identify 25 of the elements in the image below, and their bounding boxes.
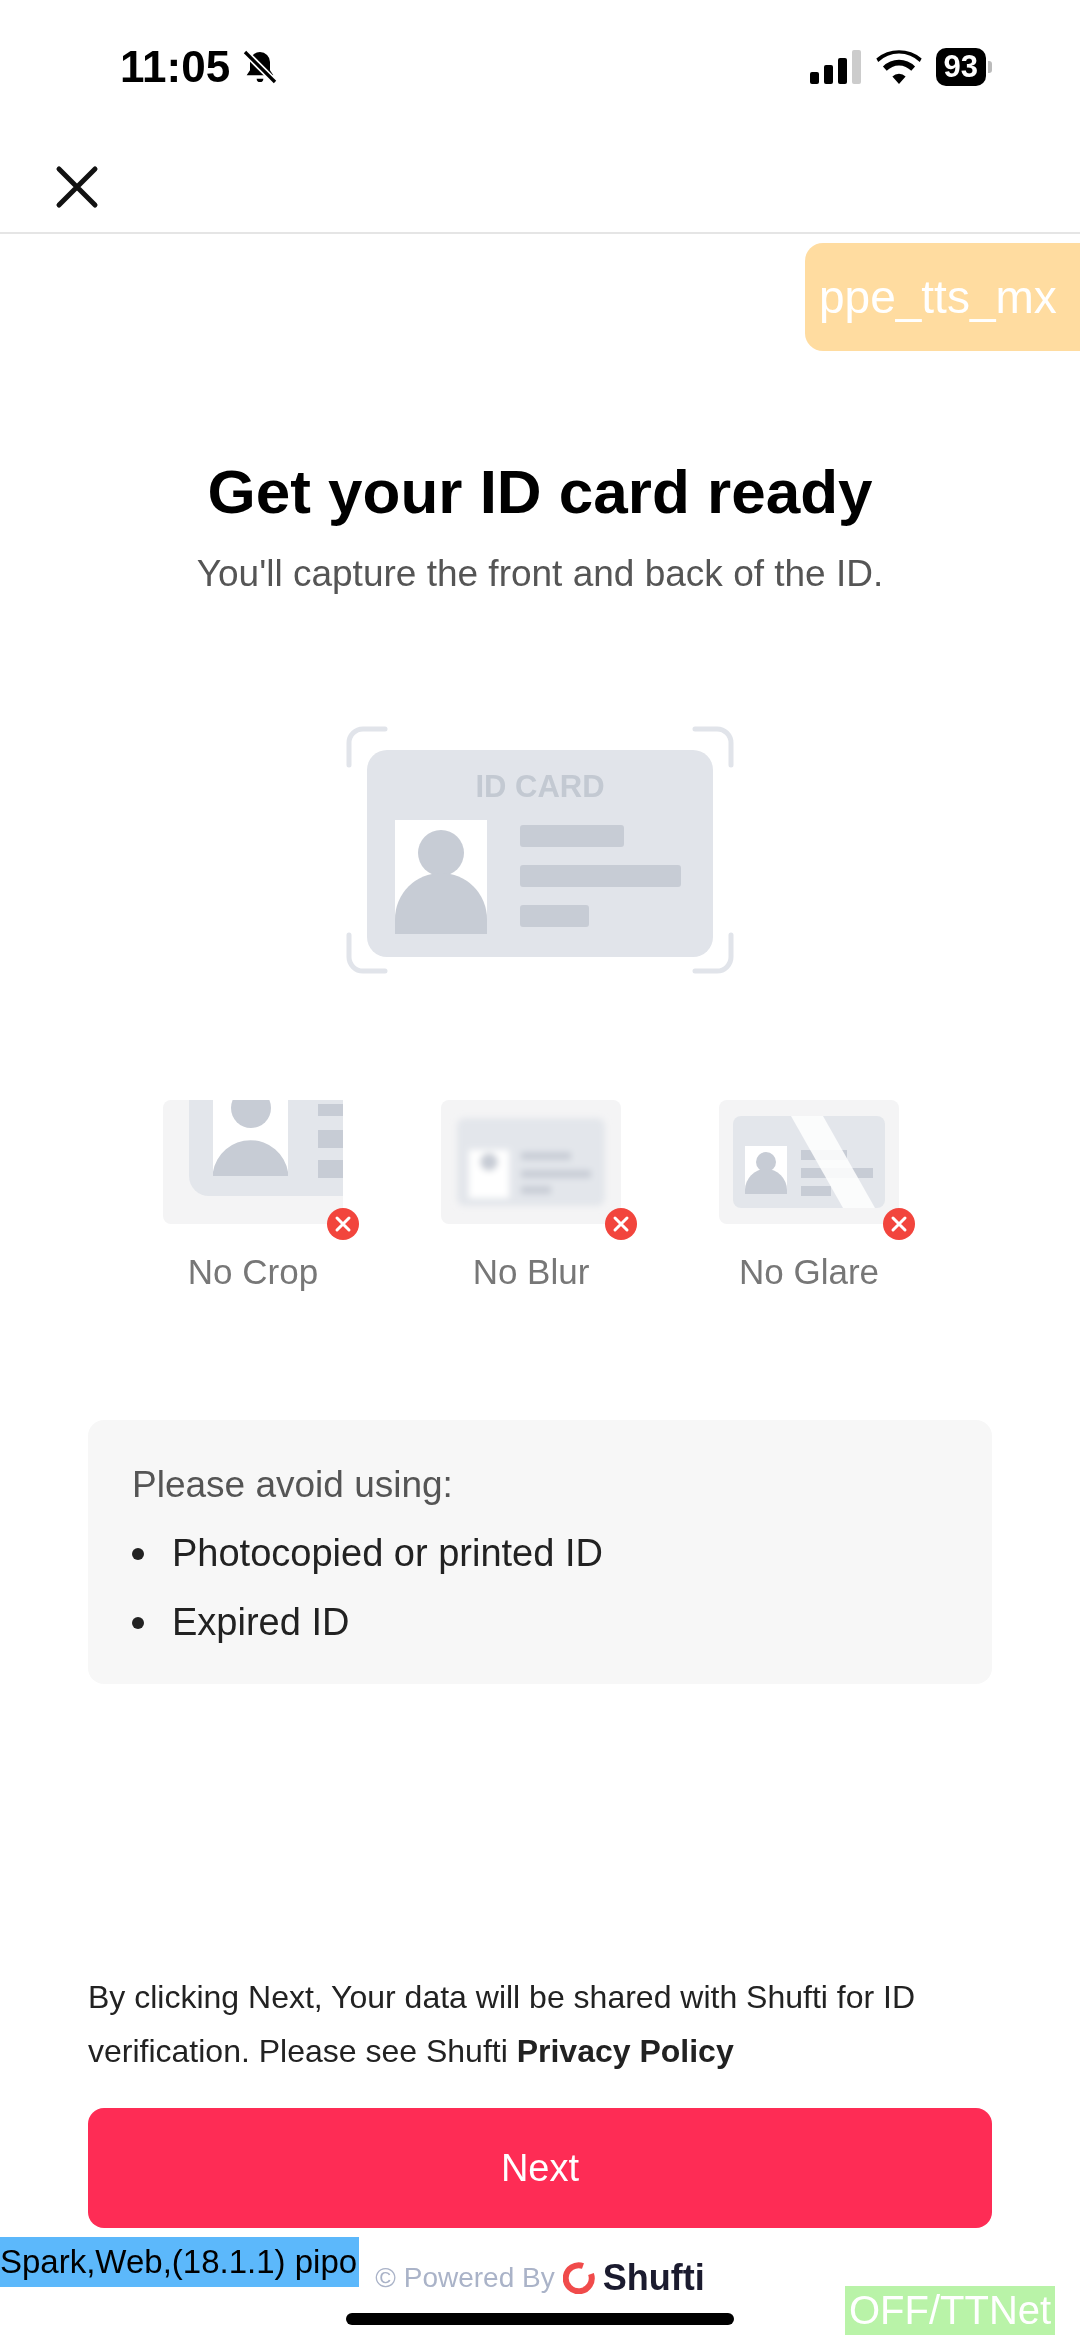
debug-label: ppe_tts_mx — [805, 243, 1080, 351]
avoid-item: Expired ID — [172, 1601, 350, 1644]
powered-by-text: © Powered By — [375, 2262, 555, 2294]
avoid-item: Photocopied or printed ID — [172, 1532, 603, 1575]
brand-name: Shufti — [602, 2257, 705, 2299]
bullet-icon — [132, 1547, 144, 1560]
wifi-icon — [875, 50, 922, 84]
consent-text: By clicking Next, Your data will be shared with Shufti for ID verification. Please see Shufti Privacy Policy — [88, 1978, 917, 2071]
avoid-heading: Please avoid using: — [132, 1464, 454, 1506]
status-time: 11:05 — [120, 42, 231, 92]
example-label: No Blur — [472, 1252, 590, 1292]
error-icon — [604, 1207, 638, 1241]
error-icon — [326, 1207, 360, 1241]
debug-label: Spark,Web,(18.1.1) pipo — [0, 2237, 360, 2287]
error-icon — [882, 1207, 916, 1241]
next-button[interactable]: Next — [88, 2108, 992, 2228]
debug-label: OFF/TTNet — [845, 2286, 1056, 2335]
page-subtitle: You'll capture the front and back of the ID. — [196, 553, 884, 595]
ring-logo-icon — [562, 2262, 595, 2294]
bullet-icon — [132, 1616, 144, 1629]
example-label: No Glare — [738, 1252, 880, 1292]
signal-icon — [809, 50, 862, 84]
example-label: No Crop — [187, 1252, 319, 1292]
page-title: Get your ID card ready — [207, 456, 873, 527]
close-icon[interactable] — [55, 165, 99, 209]
